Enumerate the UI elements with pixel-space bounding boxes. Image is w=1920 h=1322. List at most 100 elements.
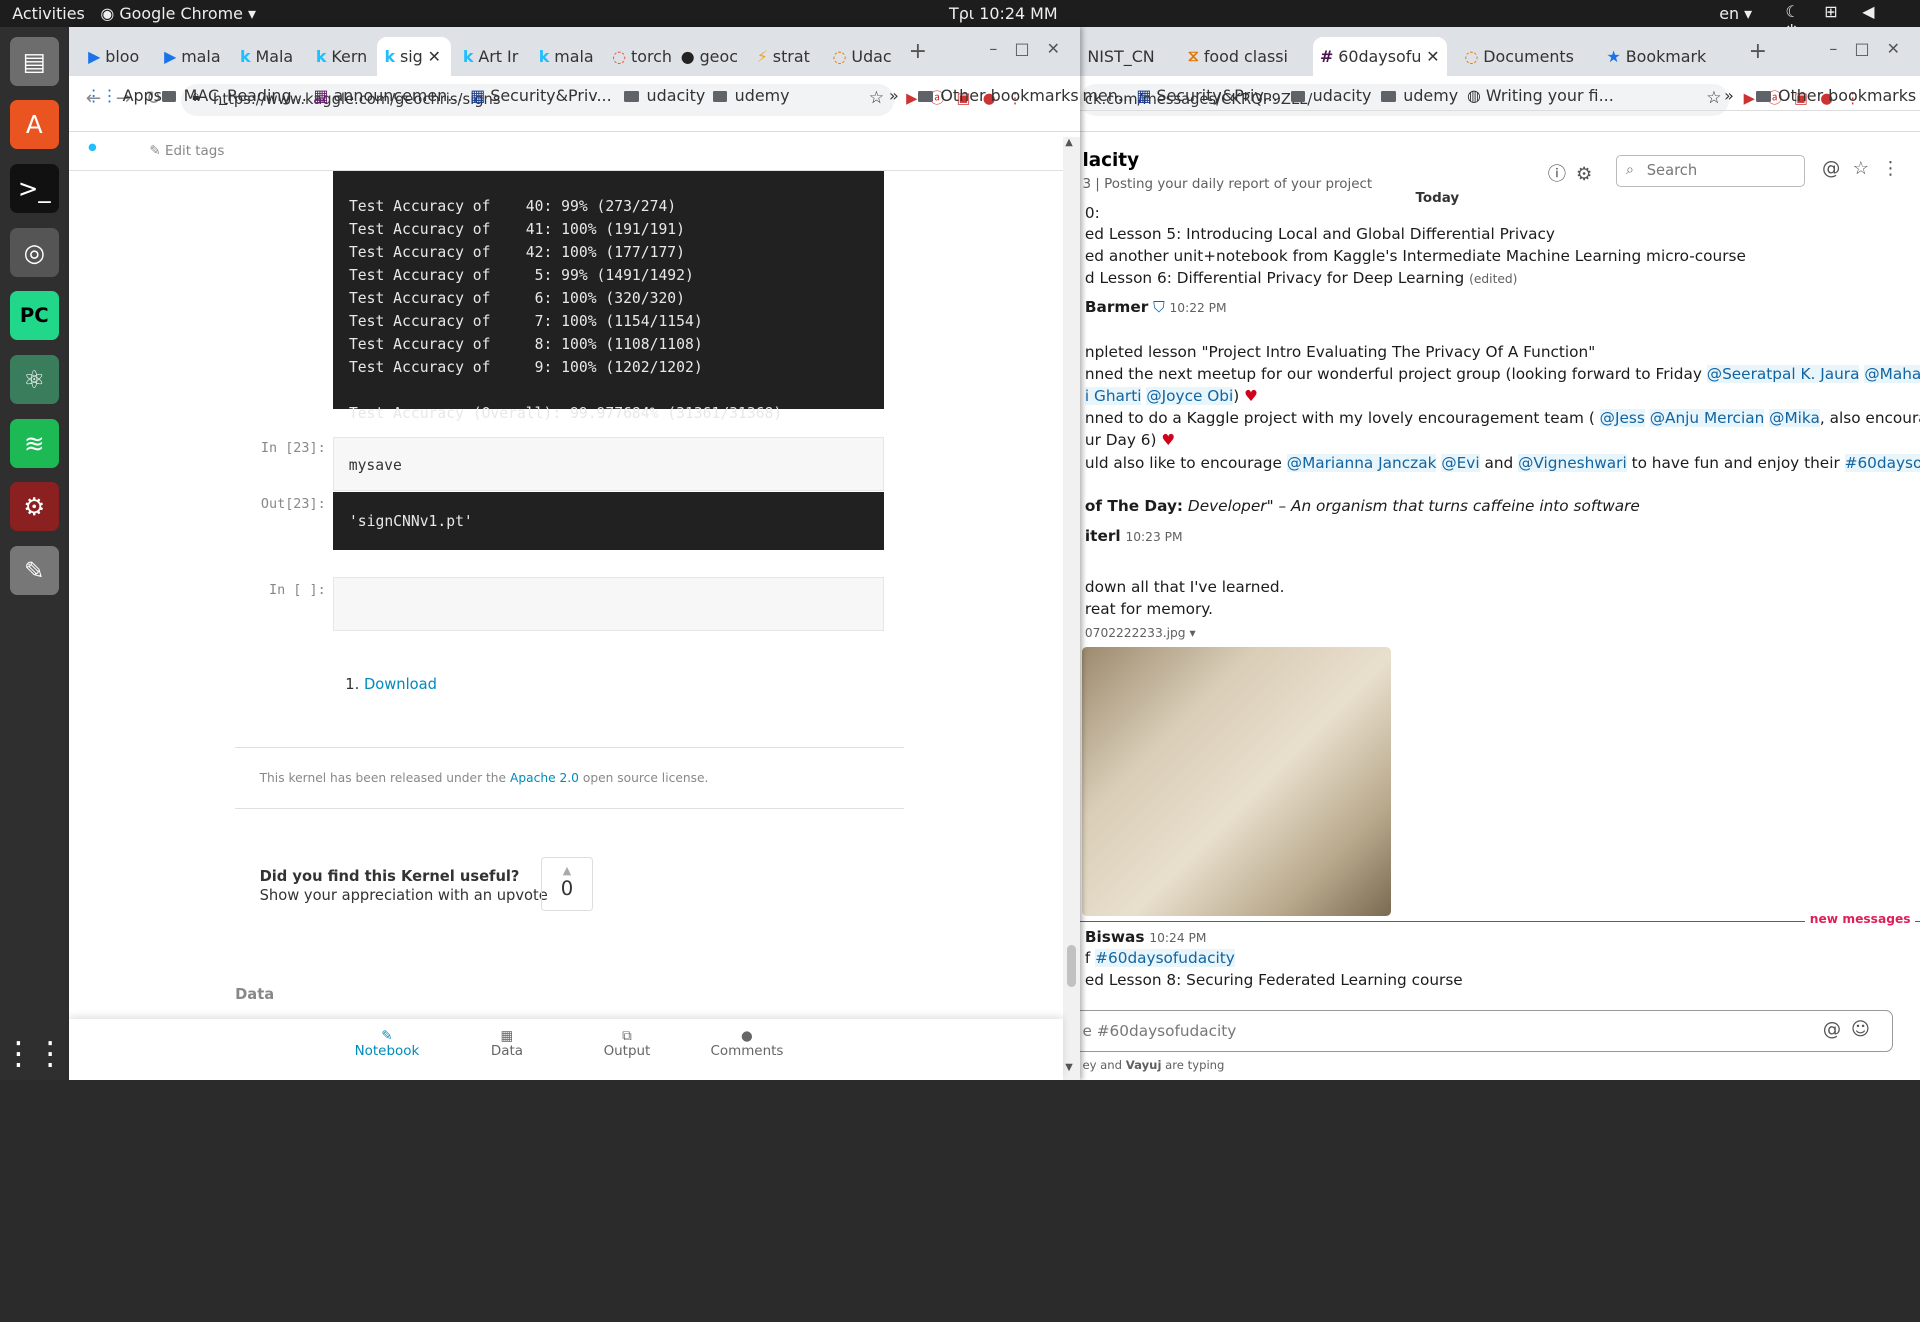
scrollbar[interactable]: ▲ ▼ — [1062, 137, 1080, 1080]
mention[interactable]: @Jess — [1599, 408, 1645, 427]
channel-link[interactable]: #60daysofudacity — [1844, 454, 1920, 473]
mention[interactable]: @Mika — [1769, 408, 1820, 427]
user-name[interactable]: iterl — [1085, 527, 1121, 545]
tab-mnist[interactable]: NIST_CN — [1080, 37, 1176, 76]
tab-item[interactable]: k Mala — [233, 37, 304, 76]
tab-item[interactable]: k Art Ir — [456, 37, 527, 76]
chrome-icon[interactable]: ◎ — [9, 227, 59, 277]
bookmark-star-icon[interactable]: ☆ — [869, 88, 884, 108]
window-controls[interactable]: –□✕ — [1829, 39, 1917, 58]
empty-code-cell[interactable] — [333, 576, 885, 631]
other-bookmarks[interactable]: Other bookmarks — [918, 86, 1079, 108]
composer-icons[interactable]: @☺ — [1823, 1019, 1880, 1040]
new-tab-icon[interactable]: + — [909, 39, 927, 64]
apps-bookmark[interactable]: ⋮⋮ Apps — [86, 86, 162, 108]
bookmark-item[interactable]: men... — [1082, 86, 1133, 108]
bookmark-item[interactable]: ▦ Security&Priv... — [1136, 86, 1277, 108]
bookmark-star-icon[interactable]: ☆ — [1706, 88, 1721, 108]
bookmark-item[interactable]: udacity — [624, 86, 705, 108]
window-controls[interactable]: –□✕ — [989, 39, 1077, 58]
edit-tags-link[interactable]: ✎ Edit tags — [149, 144, 224, 159]
atom-icon[interactable]: ⚛ — [9, 355, 59, 405]
tab-food[interactable]: ⧖ food classi — [1180, 37, 1302, 76]
close-tab-icon[interactable]: ✕ — [1426, 47, 1439, 66]
language-indicator[interactable]: en ▾ — [1719, 4, 1752, 23]
tab-item[interactable]: ▶ mala — [157, 37, 228, 76]
terminal-icon[interactable]: >_ — [9, 164, 59, 214]
tools-icon[interactable]: ✎ — [9, 546, 59, 596]
activities-button[interactable]: Activities — [12, 4, 85, 23]
mention[interactable]: @Evi — [1441, 454, 1480, 473]
tab-item[interactable]: ⚡ strat — [749, 37, 820, 76]
mention[interactable]: @Mahak Bansal — [1864, 364, 1920, 383]
message-text: ed Lesson 5: Introducing Local and Globa… — [1084, 225, 1555, 244]
settings-icon[interactable]: ⚙ — [9, 482, 59, 532]
tab-comments[interactable]: ● Comments — [708, 1029, 786, 1059]
bookmark-item[interactable]: MAC_Reading... — [161, 86, 307, 108]
language-label: en — [1719, 3, 1740, 23]
channel-actions[interactable]: ⓘ⚙ — [1548, 160, 1602, 186]
files-icon[interactable]: ▤ — [9, 36, 59, 86]
mention[interactable]: @Joyce Obi — [1146, 386, 1234, 405]
bookmark-item[interactable]: udemy — [1381, 86, 1458, 108]
scroll-up-icon[interactable]: ▲ — [1065, 137, 1073, 148]
timestamp[interactable]: 10:22 PM — [1170, 301, 1227, 315]
clock[interactable]: Τρι 10:24 ΜΜ — [949, 4, 1058, 23]
tab-notebook[interactable]: ✎ Notebook — [348, 1029, 426, 1059]
tab-item[interactable]: ◌ Udac — [825, 37, 896, 76]
software-center-icon[interactable]: A — [9, 100, 59, 150]
tab-bookmarks[interactable]: ★ Bookmark — [1599, 37, 1731, 76]
file-name[interactable]: 0702222233.jpg ▾ — [1085, 626, 1196, 640]
tab-data[interactable]: ▦ Data — [468, 1029, 546, 1059]
notes-photo[interactable] — [1082, 646, 1391, 916]
user-name[interactable]: Biswas — [1085, 928, 1145, 946]
status-dot-icon: ● — [88, 142, 97, 154]
pycharm-icon[interactable]: PC — [9, 291, 59, 341]
tab-item[interactable]: k mala — [531, 37, 602, 76]
scrollbar-thumb[interactable] — [1066, 945, 1077, 987]
tab-label: strat — [772, 46, 810, 66]
download-link[interactable]: Download — [364, 676, 437, 693]
slack-channel-header: lacity 3 | Posting your daily report of … — [1080, 110, 1920, 198]
more-bookmarks-icon[interactable]: » — [1724, 86, 1734, 108]
timestamp[interactable]: 10:23 PM — [1125, 530, 1182, 544]
new-tab-icon[interactable]: + — [1749, 39, 1767, 64]
channel-link[interactable]: #60daysofudacity — [1095, 948, 1235, 967]
tab-item[interactable]: ▶ bloo — [81, 37, 152, 76]
header-icons[interactable]: @☆⋮ — [1822, 158, 1912, 179]
license-link[interactable]: Apache 2.0 — [510, 771, 579, 785]
app-menu[interactable]: ◉ Google Chrome ▾ — [100, 4, 256, 23]
play-icon: ▶ — [88, 46, 101, 66]
close-tab-icon[interactable]: ✕ — [428, 47, 441, 66]
bookmark-item[interactable]: udemy — [712, 86, 790, 108]
mention[interactable]: @Marianna Janczak — [1286, 454, 1437, 473]
bookmark-item[interactable]: udacity — [1290, 86, 1371, 108]
mention[interactable]: @Anju Mercian — [1649, 408, 1765, 427]
upvote-button[interactable]: ▲ 0 — [541, 857, 593, 912]
tab-documents[interactable]: ◌ Documents — [1457, 37, 1592, 76]
tab-item[interactable]: ◌ torch — [605, 37, 676, 76]
spotify-icon[interactable]: ≋ — [9, 418, 59, 468]
show-apps-icon[interactable]: ⋮⋮ — [2, 1029, 66, 1078]
user-name[interactable]: Barmer — [1085, 298, 1148, 316]
search-input[interactable]: ⌕ Search — [1616, 155, 1805, 188]
tab-active[interactable]: k sig ✕ — [377, 36, 451, 76]
more-bookmarks-icon[interactable]: » — [889, 86, 899, 108]
scroll-down-icon[interactable]: ▼ — [1065, 1062, 1073, 1073]
timestamp[interactable]: 10:24 PM — [1149, 931, 1206, 945]
mention[interactable]: @Vigneshwari — [1518, 454, 1627, 473]
tab-item[interactable]: k Kern — [309, 37, 380, 76]
bookmark-item[interactable]: ▦ Security&Priv... — [470, 86, 611, 108]
tab-output[interactable]: ⧉ Output — [588, 1029, 666, 1059]
message-composer[interactable]: e #60daysofudacity @☺ — [1080, 1010, 1894, 1052]
mention[interactable]: i Gharti — [1084, 386, 1142, 405]
bookmark-item[interactable]: ◍ Writing your fi... — [1467, 86, 1614, 108]
channel-name[interactable]: lacity — [1082, 150, 1139, 171]
tab-item[interactable]: ● geoc — [673, 37, 744, 76]
new-messages-divider — [1080, 920, 1920, 922]
other-bookmarks[interactable]: Other bookmarks — [1755, 86, 1916, 108]
tab-60days[interactable]: #60daysofu ✕ — [1312, 36, 1448, 76]
code-cell[interactable]: mysave — [333, 437, 885, 492]
bookmark-item[interactable]: ▦ announcemen... — [313, 86, 462, 108]
mention[interactable]: @Seeratpal K. Jaura — [1706, 364, 1860, 383]
